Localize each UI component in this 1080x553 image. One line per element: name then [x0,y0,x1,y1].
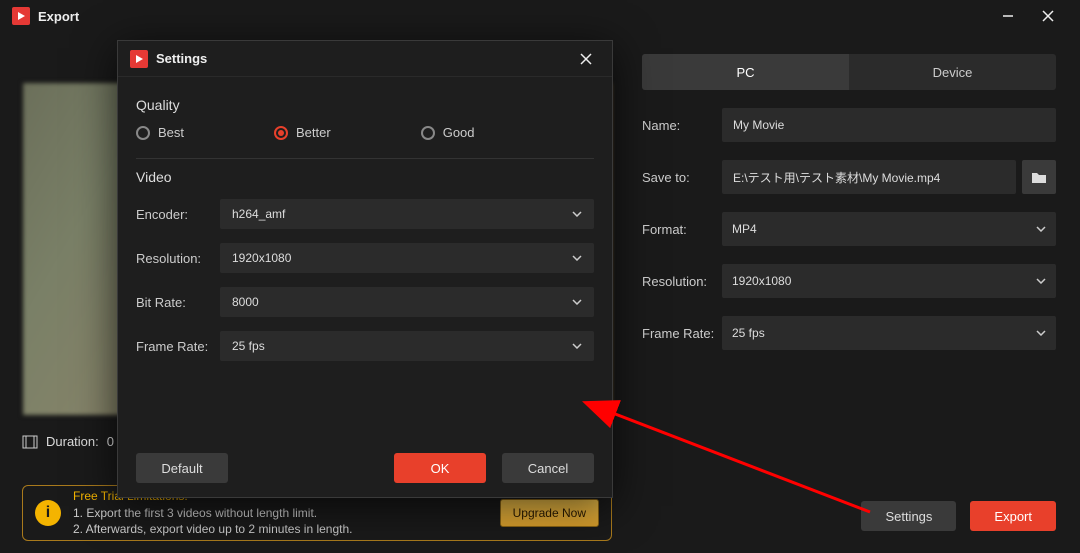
close-window-button[interactable] [1028,0,1068,32]
app-icon [12,7,30,25]
tab-pc[interactable]: PC [642,54,849,90]
framerate-label: Frame Rate: [642,326,722,341]
settings-button[interactable]: Settings [861,501,956,531]
browse-folder-button[interactable] [1022,160,1056,194]
chevron-down-icon [572,343,582,349]
video-header: Video [136,169,594,185]
ok-button[interactable]: OK [394,453,486,483]
quality-good-radio[interactable]: Good [421,125,475,140]
trial-line-2: 2. Afterwards, export video up to 2 minu… [73,521,488,538]
chevron-down-icon [1036,278,1046,284]
close-icon [580,53,592,65]
modal-framerate-label: Frame Rate: [136,339,220,354]
resolution-label: Resolution: [642,274,722,289]
modal-resolution-select[interactable]: 1920x1080 [220,243,594,273]
chevron-down-icon [1036,330,1046,336]
format-select[interactable]: MP4 [722,212,1056,246]
cancel-button[interactable]: Cancel [502,453,594,483]
app-icon [130,50,148,68]
modal-framerate-select[interactable]: 25 fps [220,331,594,361]
framerate-select[interactable]: 25 fps [722,316,1056,350]
format-value: MP4 [732,222,757,236]
save-to-label: Save to: [642,170,722,185]
quality-header: Quality [136,97,594,113]
bitrate-label: Bit Rate: [136,295,220,310]
export-form: PC Device Name: Save to: Format: MP4 Res… [630,32,1080,553]
minimize-icon [1002,10,1014,22]
modal-resolution-label: Resolution: [136,251,220,266]
folder-icon [1031,170,1047,184]
format-label: Format: [642,222,722,237]
name-input[interactable] [722,108,1056,142]
minimize-button[interactable] [988,0,1028,32]
framerate-value: 25 fps [732,326,765,340]
chevron-down-icon [1036,226,1046,232]
duration-label: Duration: [46,434,99,449]
chevron-down-icon [572,211,582,217]
resolution-select[interactable]: 1920x1080 [722,264,1056,298]
info-icon: i [35,500,61,526]
upgrade-button[interactable]: Upgrade Now [500,499,599,527]
window-title: Export [38,9,988,24]
quality-better-radio[interactable]: Better [274,125,331,140]
encoder-label: Encoder: [136,207,220,222]
default-button[interactable]: Default [136,453,228,483]
name-label: Name: [642,118,722,133]
duration-value: 0 [107,434,114,449]
close-icon [1042,10,1054,22]
resolution-value: 1920x1080 [732,274,791,288]
title-bar: Export [0,0,1080,32]
encoder-select[interactable]: h264_amf [220,199,594,229]
save-to-input[interactable] [722,160,1016,194]
export-button[interactable]: Export [970,501,1056,531]
chevron-down-icon [572,255,582,261]
modal-close-button[interactable] [572,45,600,73]
chevron-down-icon [572,299,582,305]
settings-modal: Settings Quality Best Better Good Video … [117,40,613,498]
trial-line-1: 1. Export the first 3 videos without len… [73,505,488,522]
quality-best-radio[interactable]: Best [136,125,184,140]
modal-title: Settings [156,51,572,66]
bitrate-select[interactable]: 8000 [220,287,594,317]
tab-device[interactable]: Device [849,54,1056,90]
output-tabs: PC Device [642,54,1056,90]
film-icon [22,435,38,449]
